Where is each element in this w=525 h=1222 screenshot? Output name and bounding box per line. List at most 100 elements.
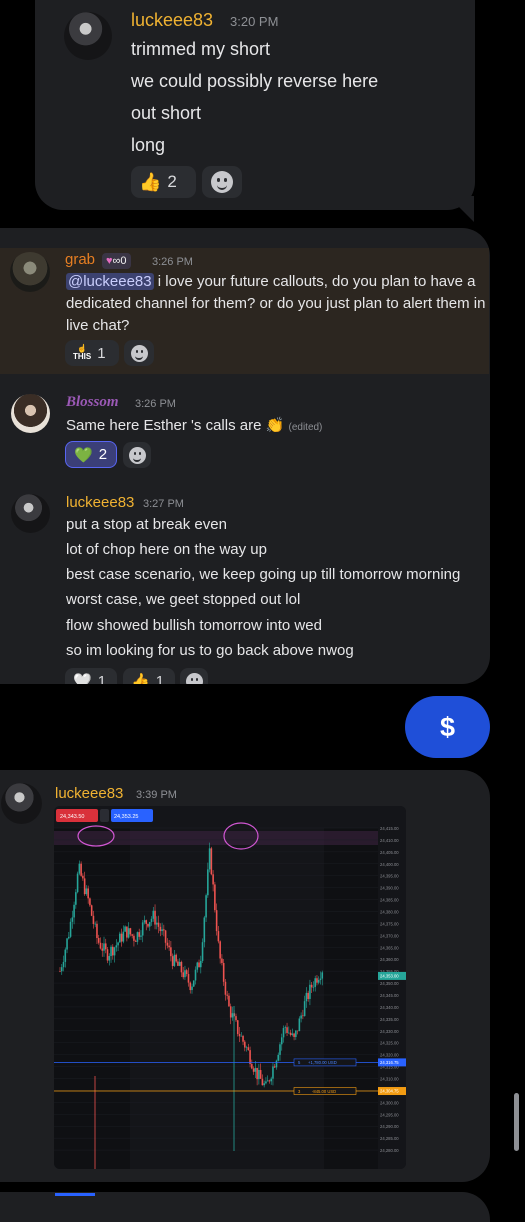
message-line: long bbox=[131, 135, 166, 155]
y-tick-label: 24,400.00 bbox=[380, 862, 399, 867]
qty-box[interactable] bbox=[100, 809, 109, 822]
candle-body bbox=[300, 1015, 302, 1019]
candle-body bbox=[76, 873, 79, 893]
message-line: best case scenario, we keep going up til… bbox=[66, 566, 461, 583]
candle-body bbox=[258, 1070, 260, 1080]
reaction-white-heart[interactable]: 🤍 1 bbox=[65, 668, 117, 684]
username[interactable]: luckeee83 bbox=[55, 785, 123, 802]
reaction-thumbs-up[interactable]: 👍 2 bbox=[131, 166, 196, 198]
reaction-thumbs-up[interactable]: 👍 1 bbox=[123, 668, 175, 684]
user-mention[interactable]: @luckeee83 bbox=[66, 273, 154, 290]
candle-body bbox=[208, 848, 211, 870]
y-tick-label: 24,280.00 bbox=[380, 1148, 399, 1153]
candle-body bbox=[265, 1081, 267, 1084]
candle-body bbox=[60, 967, 63, 972]
candle-body bbox=[78, 863, 81, 874]
candle-body bbox=[252, 1068, 255, 1072]
stop-loss-label: -845.00 USD bbox=[312, 1089, 336, 1094]
candle-body bbox=[187, 974, 190, 983]
session-shade bbox=[324, 828, 378, 1169]
candle-body bbox=[62, 961, 65, 968]
add-reaction-button[interactable] bbox=[124, 340, 154, 366]
candle-body bbox=[214, 884, 216, 911]
username[interactable]: luckeee83 bbox=[66, 494, 134, 511]
candle-body bbox=[136, 932, 139, 942]
reaction-count: 1 bbox=[97, 344, 106, 362]
avatar[interactable] bbox=[10, 252, 50, 292]
dollar-button[interactable]: $ bbox=[405, 696, 490, 758]
candle-body bbox=[64, 949, 67, 962]
candle-body bbox=[90, 905, 93, 916]
candle-body bbox=[254, 1067, 257, 1072]
avatar[interactable] bbox=[11, 394, 50, 433]
username[interactable]: grab bbox=[65, 251, 95, 268]
timestamp: 3:26 PM bbox=[152, 256, 193, 268]
partial-element bbox=[55, 1193, 95, 1196]
candle-body bbox=[140, 935, 142, 937]
candle-body bbox=[85, 888, 88, 895]
candle-body bbox=[217, 931, 220, 942]
candle-body bbox=[229, 1006, 232, 1018]
candle-body bbox=[191, 986, 193, 991]
candle-body bbox=[97, 938, 100, 943]
candle-body bbox=[242, 1035, 244, 1042]
chart-attachment[interactable]: +1,780.00 USD 5 -845.00 USD 3 24,415.00 24,4… bbox=[54, 806, 406, 1169]
y-tick-label: 24,310.00 bbox=[380, 1077, 399, 1082]
clap-emoji-icon: 👏 bbox=[265, 417, 285, 434]
candle-body bbox=[259, 1070, 262, 1079]
candle-body bbox=[279, 1044, 281, 1055]
candle-body bbox=[138, 932, 140, 937]
username[interactable]: luckeee83 bbox=[131, 10, 213, 31]
candle-body bbox=[96, 923, 98, 939]
message-line: trimmed my short bbox=[131, 39, 271, 59]
candle-body bbox=[236, 1020, 239, 1034]
candle-body bbox=[200, 960, 202, 968]
thumbs-up-icon: 👍 bbox=[131, 673, 150, 684]
username[interactable]: Blossom bbox=[66, 394, 119, 411]
candle-body bbox=[175, 954, 177, 962]
candle-body bbox=[273, 1066, 276, 1068]
y-tick-label: 24,330.00 bbox=[380, 1029, 399, 1034]
candle-body bbox=[131, 934, 133, 936]
avatar[interactable] bbox=[64, 12, 112, 60]
message-line: flow showed bullish tomorrow into wed bbox=[66, 617, 322, 634]
reaction-count: 1 bbox=[97, 672, 107, 685]
add-reaction-button[interactable] bbox=[202, 166, 242, 198]
reaction-green-heart[interactable]: 💚 2 bbox=[65, 441, 117, 468]
green-heart-icon: 💚 bbox=[74, 446, 93, 464]
message-line: so im looking for us to go back above nw… bbox=[66, 642, 354, 659]
avatar[interactable] bbox=[11, 494, 50, 533]
candle-body bbox=[240, 1035, 243, 1037]
candle-body bbox=[173, 954, 176, 966]
candle-body bbox=[71, 917, 74, 922]
candle-body bbox=[251, 1064, 253, 1069]
candle-body bbox=[224, 981, 227, 995]
sell-price: 24,343.50 bbox=[60, 814, 84, 820]
candle-body bbox=[312, 986, 315, 988]
reaction-this[interactable]: ☝ THIS 1 bbox=[65, 340, 119, 366]
candle-body bbox=[282, 1028, 285, 1038]
y-tick-label: 24,385.00 bbox=[380, 898, 399, 903]
candle-body bbox=[180, 961, 183, 973]
y-tick-label: 24,295.00 bbox=[380, 1112, 399, 1117]
y-tick-label: 24,380.00 bbox=[380, 910, 399, 915]
y-tick-label: 24,390.00 bbox=[380, 886, 399, 891]
candle-body bbox=[244, 1041, 246, 1048]
candle-body bbox=[298, 1018, 301, 1032]
candle-body bbox=[103, 943, 105, 951]
candle-body bbox=[127, 928, 130, 938]
candle-body bbox=[92, 915, 95, 924]
candle-body bbox=[205, 895, 207, 918]
y-tick-label: 24,395.00 bbox=[380, 874, 399, 879]
white-heart-icon: 🤍 bbox=[73, 673, 92, 684]
candle-body bbox=[94, 923, 96, 925]
candle-body bbox=[145, 920, 148, 924]
timestamp: 3:39 PM bbox=[136, 789, 177, 801]
add-reaction-button[interactable] bbox=[123, 442, 151, 468]
scrollbar[interactable] bbox=[514, 1093, 519, 1151]
avatar[interactable] bbox=[1, 783, 42, 824]
candle-body bbox=[99, 942, 102, 949]
candle-body bbox=[104, 943, 107, 950]
reaction-count: 2 bbox=[167, 172, 177, 191]
add-reaction-button[interactable] bbox=[180, 668, 208, 684]
